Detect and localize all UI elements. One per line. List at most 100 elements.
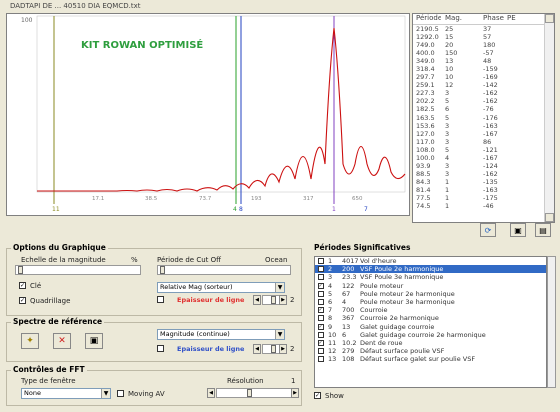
period-checkbox[interactable] — [317, 258, 324, 265]
window-type-select[interactable]: None ▼ — [21, 388, 111, 399]
period-checkbox[interactable] — [317, 315, 324, 322]
thickness-color-box[interactable] — [157, 296, 164, 303]
list-item[interactable]: 10 6 Galet guidage courroie 2e harmonique — [315, 331, 546, 339]
table-row[interactable]: 259.1 12 -142 — [413, 81, 554, 89]
ref-thickness-slider[interactable] — [262, 344, 280, 354]
cle-checkbox[interactable]: ✓ — [19, 282, 26, 289]
table-row[interactable]: 349.0 13 48 — [413, 57, 554, 65]
scroll-down-button[interactable] — [545, 213, 554, 222]
period-checkbox[interactable] — [317, 331, 324, 338]
chevron-down-icon: ▼ — [275, 330, 284, 339]
scroll-up-button[interactable] — [545, 14, 554, 23]
list-item[interactable]: 8 367 Courroie 2e harmonique — [315, 314, 546, 322]
periods-scrollbar[interactable] — [547, 256, 556, 388]
mag-mode-select[interactable]: Relative Mag (sorteur) ▼ — [157, 282, 285, 293]
table-cell: -159 — [483, 65, 498, 74]
period-checkbox[interactable]: ✓ — [317, 307, 324, 314]
list-item[interactable]: 3 23.3 VSF Poule 3e harmonique — [315, 273, 546, 281]
period-checkbox[interactable] — [317, 266, 324, 273]
slider-thumb[interactable] — [160, 266, 165, 274]
period-checkbox-cell — [315, 290, 326, 298]
slider-thumb[interactable] — [247, 389, 252, 397]
table-row[interactable]: 88.5 3 -162 — [413, 170, 554, 178]
table-row[interactable]: 2190.5 25 37 — [413, 25, 554, 33]
table-row[interactable]: 163.5 5 -176 — [413, 114, 554, 122]
moving-avg-checkbox[interactable] — [117, 390, 124, 397]
x-tick-label: 73.7 — [199, 196, 212, 202]
list-item[interactable]: 5 67 Poule moteur 2e harmonique — [315, 290, 546, 298]
save-reference-button[interactable]: ▣ — [85, 333, 103, 349]
table-cell: 37 — [483, 25, 492, 33]
table-row[interactable]: 318.4 10 -159 — [413, 65, 554, 73]
period-checkbox[interactable] — [317, 356, 324, 363]
table-row[interactable]: 202.2 5 -162 — [413, 97, 554, 105]
table-row[interactable]: 227.3 3 -162 — [413, 89, 554, 97]
table-row[interactable]: 127.0 3 -167 — [413, 130, 554, 138]
show-checkbox[interactable]: ✓ — [314, 392, 321, 399]
table-cell: -121 — [483, 145, 498, 154]
table-row[interactable]: 117.0 3 86 — [413, 138, 554, 146]
table-row[interactable]: 1292.0 15 57 — [413, 33, 554, 41]
list-item[interactable]: ✓ 11 10.2 Dent de roue — [315, 339, 546, 347]
slider-thumb[interactable] — [18, 266, 23, 274]
table-row[interactable]: 182.5 6 -76 — [413, 105, 554, 113]
table-row[interactable]: 77.5 1 -175 — [413, 194, 554, 202]
list-item[interactable]: 6 4 Poule moteur 3e harmonique — [315, 298, 546, 306]
list-item[interactable]: 2 200 VSF Poule 2e harmonique — [315, 265, 546, 274]
period-n: 5 — [328, 289, 333, 298]
period-checkbox[interactable] — [317, 274, 324, 281]
list-item[interactable]: ✓ 9 13 Galet guidage courroie — [315, 323, 546, 331]
reference-thickness-label: Epaisseur de ligne — [177, 345, 245, 353]
grid-checkbox[interactable]: ✓ — [19, 297, 26, 304]
ref-thickness-left-arrow[interactable]: ◀ — [253, 344, 261, 354]
col-header-phase: Phase — [483, 14, 504, 22]
resolution-slider[interactable] — [216, 388, 292, 398]
period-checkbox[interactable] — [317, 348, 324, 355]
list-item[interactable]: ✓ 7 700 Courroie — [315, 306, 546, 314]
ref-thickness-right-arrow[interactable]: ▶ — [279, 344, 287, 354]
resolution-left-arrow[interactable]: ◀ — [207, 388, 215, 398]
thickness-slider[interactable] — [262, 295, 280, 305]
table-row[interactable]: 81.4 1 -163 — [413, 186, 554, 194]
period-checkbox[interactable] — [317, 290, 324, 297]
table-cell — [505, 130, 535, 138]
table-row[interactable]: 153.6 3 -163 — [413, 122, 554, 130]
save-button[interactable]: ▣ — [510, 223, 526, 237]
table-row[interactable]: 93.9 3 -124 — [413, 162, 554, 170]
periods-table[interactable]: Période Mag. Phase PE 2190.5 25 37 1292.0 15… — [412, 13, 555, 223]
table-cell: 3 — [445, 169, 450, 178]
refresh-button[interactable]: ⟳ — [480, 223, 496, 237]
delete-reference-button[interactable]: ✕ — [53, 333, 71, 349]
table-row[interactable]: 108.0 5 -121 — [413, 146, 554, 154]
table-row[interactable]: 100.0 4 -167 — [413, 154, 554, 162]
load-reference-button[interactable]: ✦ — [21, 333, 39, 349]
table-row[interactable]: 84.3 1 -135 — [413, 178, 554, 186]
table-scrollbar[interactable] — [544, 14, 554, 222]
spectrum-chart[interactable]: 100 KIT ROWAN OPTIMISÉ 11 17.1 38.5 73.7… — [6, 13, 410, 216]
slider-thumb[interactable] — [271, 296, 276, 304]
list-item[interactable]: 1 4017 Vol d'heure — [315, 257, 546, 265]
thickness-right-arrow[interactable]: ▶ — [279, 295, 287, 305]
significant-periods-list[interactable]: 1 4017 Vol d'heure 2 200 VSF Poule 2e harmoni… — [314, 256, 547, 388]
list-item[interactable]: 13 108 Défaut surface galet sur poulie VSF — [315, 355, 546, 363]
table-row[interactable]: 74.5 1 -46 — [413, 202, 554, 210]
table-row[interactable]: 749.0 20 180 — [413, 41, 554, 49]
period-checkbox[interactable] — [317, 299, 324, 306]
document-button[interactable]: ▤ — [535, 223, 551, 237]
thickness-left-arrow[interactable]: ◀ — [253, 295, 261, 305]
list-item[interactable]: 12 279 Défaut surface poulie VSF — [315, 347, 546, 355]
list-item[interactable]: ✓ 4 122 Poule moteur — [315, 282, 546, 290]
reference-color-box[interactable] — [157, 345, 164, 352]
cutoff-slider[interactable] — [157, 265, 291, 275]
period-checkbox[interactable]: ✓ — [317, 323, 324, 330]
scale-slider[interactable] — [15, 265, 141, 275]
table-row[interactable]: 297.7 10 -169 — [413, 73, 554, 81]
x-tick-label: 317 — [303, 196, 314, 202]
period-checkbox[interactable]: ✓ — [317, 282, 324, 289]
reference-mode-select[interactable]: Magnitude (continue) ▼ — [157, 329, 285, 340]
period-checkbox[interactable]: ✓ — [317, 339, 324, 346]
table-row[interactable]: 400.0 150 -57 — [413, 49, 554, 57]
slider-thumb[interactable] — [271, 345, 276, 353]
period-n: 1 — [328, 257, 333, 265]
resolution-right-arrow[interactable]: ▶ — [291, 388, 299, 398]
